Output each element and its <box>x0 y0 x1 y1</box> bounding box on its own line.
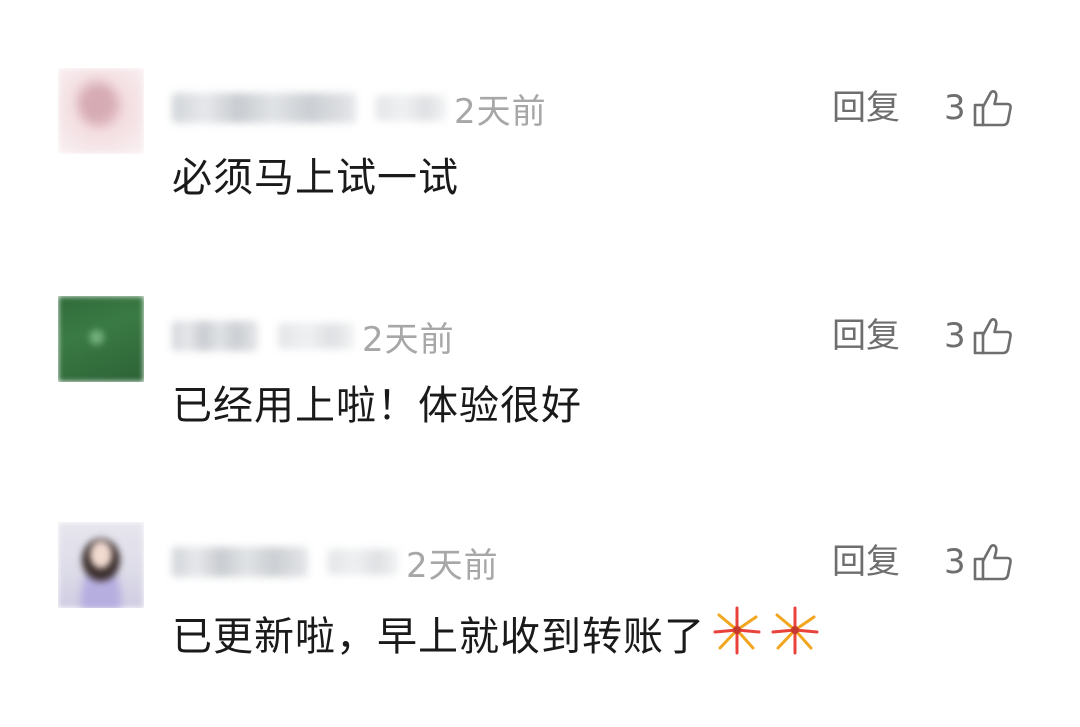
like-button[interactable]: 3 <box>944 534 1014 590</box>
username-redacted[interactable] <box>172 547 308 577</box>
like-count: 3 <box>944 316 966 356</box>
comment-text: 已经用上啦！体验很好 <box>172 383 582 429</box>
username-redacted[interactable] <box>172 321 258 351</box>
thumbs-up-icon <box>973 318 1012 355</box>
username-redacted[interactable] <box>172 93 356 123</box>
fireworks-icon <box>713 606 761 655</box>
comment-time: 2天前 <box>454 91 547 132</box>
like-count: 3 <box>944 88 966 128</box>
location-redacted <box>328 549 398 575</box>
avatar[interactable] <box>58 68 144 154</box>
like-count: 3 <box>944 542 966 582</box>
thumbs-up-icon <box>973 544 1012 581</box>
reply-button[interactable]: 回复 <box>832 534 900 590</box>
like-button[interactable]: 3 <box>944 308 1014 364</box>
comment-time: 2天前 <box>406 545 499 586</box>
fireworks-icon <box>771 606 819 655</box>
comment-item: 2天前 回复 3 已经用上啦！体验很好 <box>0 296 1080 496</box>
comment-meta: 2天前 <box>172 308 455 364</box>
comment-item: 2天前 回复 3 已更新啦，早上就收到转账了 <box>0 522 1080 722</box>
comment-text: 必须马上试一试 <box>172 155 459 201</box>
comment-time: 2天前 <box>362 319 455 360</box>
reply-button[interactable]: 回复 <box>832 80 900 136</box>
location-redacted <box>278 323 354 349</box>
comment-text: 已更新啦，早上就收到转账了 <box>172 614 705 660</box>
comment-item: 2天前 回复 3 必须马上试一试 <box>0 68 1080 268</box>
avatar[interactable] <box>58 522 144 608</box>
like-button[interactable]: 3 <box>944 80 1014 136</box>
comment-meta: 2天前 <box>172 80 547 136</box>
location-redacted <box>376 95 446 121</box>
comment-text-row: 已更新啦，早上就收到转账了 <box>172 604 821 665</box>
avatar[interactable] <box>58 296 144 382</box>
thumbs-up-icon <box>973 90 1012 127</box>
reply-button[interactable]: 回复 <box>832 308 900 364</box>
comment-meta: 2天前 <box>172 534 499 590</box>
